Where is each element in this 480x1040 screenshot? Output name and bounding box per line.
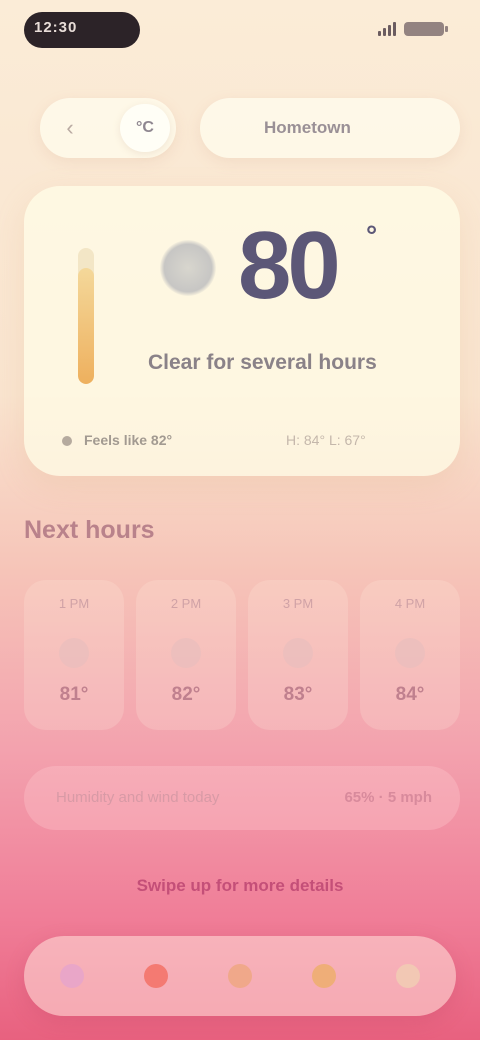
forecast-temp: 83° bbox=[283, 684, 313, 705]
unit-toggle-active[interactable]: °C bbox=[120, 104, 170, 152]
forecast-item[interactable]: 4 PM 84° bbox=[360, 580, 460, 730]
condition-text: Clear for several hours bbox=[148, 351, 377, 374]
location-selector[interactable]: Hometown bbox=[200, 98, 460, 158]
forecast-time: 2 PM bbox=[170, 596, 202, 611]
current-temperature: 80 bbox=[238, 212, 341, 319]
nav-item-settings[interactable] bbox=[376, 944, 440, 1008]
forecast-item[interactable]: 3 PM 83° bbox=[248, 580, 348, 730]
radar-icon bbox=[228, 964, 252, 988]
sun-icon bbox=[171, 638, 201, 668]
thermometer-icon bbox=[78, 248, 94, 384]
nav-item-home[interactable] bbox=[40, 944, 104, 1008]
settings-icon bbox=[396, 964, 420, 988]
swipe-hint[interactable]: Swipe up for more details bbox=[0, 876, 480, 896]
info-value: 65% · 5 mph bbox=[344, 789, 432, 806]
thermometer-fill bbox=[78, 268, 94, 384]
bottom-nav bbox=[24, 936, 456, 1016]
nav-item-radar[interactable] bbox=[208, 944, 272, 1008]
forecast-time: 4 PM bbox=[394, 596, 426, 611]
sun-icon bbox=[283, 638, 313, 668]
signal-icon bbox=[378, 22, 396, 36]
forecast-temp: 82° bbox=[171, 684, 201, 705]
info-row[interactable]: Humidity and wind today 65% · 5 mph bbox=[24, 766, 460, 830]
forecast-time: 1 PM bbox=[58, 596, 90, 611]
forecast-item[interactable]: 1 PM 81° bbox=[24, 580, 124, 730]
unit-toggle[interactable]: ‹ °C bbox=[40, 98, 176, 158]
forecast-temp: 81° bbox=[59, 684, 89, 705]
battery-icon bbox=[404, 22, 448, 36]
sun-icon bbox=[59, 638, 89, 668]
unit-label: °C bbox=[136, 119, 154, 136]
forecast-temp: 84° bbox=[395, 684, 425, 705]
status-time: 12:30 bbox=[34, 19, 78, 36]
status-icons bbox=[378, 22, 448, 36]
location-name: Hometown bbox=[264, 118, 351, 137]
current-weather-card: 80 ° Clear for several hours Feels like … bbox=[24, 186, 460, 476]
section-title: Next hours bbox=[24, 516, 155, 544]
status-bar: 12:30 bbox=[0, 0, 480, 64]
home-icon bbox=[60, 964, 84, 988]
forecast-item[interactable]: 2 PM 82° bbox=[136, 580, 236, 730]
back-arrow-icon[interactable]: ‹ bbox=[58, 116, 82, 140]
sun-icon bbox=[160, 240, 216, 296]
sun-icon bbox=[395, 638, 425, 668]
feels-like: Feels like 82° bbox=[62, 432, 172, 448]
hourly-forecast: 1 PM 81° 2 PM 82° 3 PM 83° 4 PM 84° bbox=[24, 580, 460, 750]
alert-icon bbox=[144, 964, 168, 988]
top-controls: ‹ °C Hometown bbox=[40, 98, 460, 158]
nav-item-sun[interactable] bbox=[292, 944, 356, 1008]
info-label: Humidity and wind today bbox=[56, 789, 220, 806]
nav-item-alerts[interactable] bbox=[124, 944, 188, 1008]
sun-icon bbox=[312, 964, 336, 988]
degree-symbol: ° bbox=[366, 220, 378, 251]
high-low: H: 84° L: 67° bbox=[286, 432, 366, 448]
forecast-time: 3 PM bbox=[282, 596, 314, 611]
